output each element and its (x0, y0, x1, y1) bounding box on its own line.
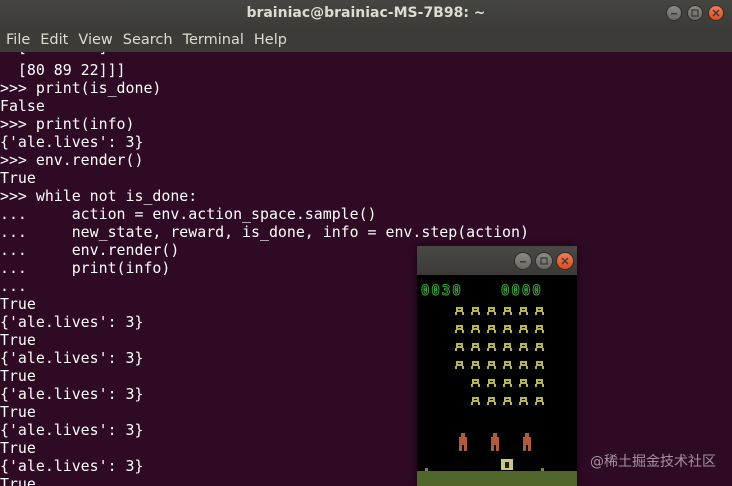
menu-search[interactable]: Search (117, 28, 177, 52)
minimize-icon (520, 261, 526, 263)
terminal-line: {'ale.lives': 3} (0, 457, 144, 475)
game-minimize-button[interactable] (514, 252, 532, 270)
ground (417, 471, 577, 486)
game-close-button[interactable] (556, 252, 574, 270)
alien-sprite (535, 343, 544, 351)
ground-marker (425, 468, 428, 471)
alien-sprite (519, 307, 528, 315)
score-left: 0030 (421, 283, 463, 299)
alien-sprite (471, 325, 480, 333)
player-cannon-core (505, 462, 509, 468)
terminal-line: {'ale.lives': 3} (0, 421, 144, 439)
alien-sprite (487, 343, 496, 351)
alien-sprite (503, 361, 512, 369)
alien-sprite (471, 343, 480, 351)
terminal-line: ... (0, 277, 27, 295)
menu-view[interactable]: View (72, 28, 116, 52)
space-invaders-frame: 0030 0000 (417, 283, 577, 486)
close-icon (712, 9, 720, 17)
game-window-controls (514, 252, 574, 270)
alien-sprite (487, 307, 496, 315)
alien-sprite (487, 325, 496, 333)
game-screen: 0030 0000 (417, 275, 577, 486)
game-window[interactable]: 0030 0000 (417, 246, 577, 486)
terminal-line: >>> print(is_done) (0, 79, 162, 97)
maximize-icon (691, 9, 699, 17)
alien-sprite (535, 325, 544, 333)
menu-help[interactable]: Help (248, 28, 291, 52)
alien-sprite (535, 379, 544, 387)
terminal-line: True (0, 403, 36, 421)
alien-sprite (535, 361, 544, 369)
alien-sprite (455, 307, 464, 315)
alien-sprite (471, 307, 480, 315)
terminal-line: {'ale.lives': 3} (0, 313, 144, 331)
close-icon (561, 257, 569, 265)
alien-grid (455, 307, 544, 405)
alien-sprite (503, 379, 512, 387)
minimize-button[interactable] (666, 5, 682, 21)
terminal-line: True (0, 367, 36, 385)
bunker (491, 433, 499, 451)
maximize-icon (540, 257, 548, 265)
alien-sprite (471, 397, 480, 405)
alien-sprite (503, 343, 512, 351)
alien-sprite (487, 361, 496, 369)
terminal-line: >>> while not is_done: (0, 187, 198, 205)
window-controls (666, 5, 724, 21)
terminal-line: {'ale.lives': 3} (0, 349, 144, 367)
terminal-line: ... env.render() (0, 241, 180, 259)
score-right: 0000 (501, 283, 543, 299)
menu-file[interactable]: File (0, 28, 34, 52)
alien-sprite (535, 397, 544, 405)
terminal-line: False (0, 97, 45, 115)
alien-sprite (455, 361, 464, 369)
terminal-line: {'ale.lives': 3} (0, 385, 144, 403)
minimize-icon (671, 13, 677, 15)
watermark: @稀土掘金技术社区 (590, 454, 716, 470)
terminal-line: ... new_state, reward, is_done, info = e… (0, 223, 529, 241)
terminal-line: >>> env.render() (0, 151, 144, 169)
menu-terminal[interactable]: Terminal (177, 28, 248, 52)
alien-sprite (503, 397, 512, 405)
alien-sprite (455, 343, 464, 351)
alien-sprite (503, 325, 512, 333)
bunker (523, 433, 531, 451)
terminal-line: >>> print(info) (0, 115, 135, 133)
title-bar: brainiac@brainiac-MS-7B98: ~ (0, 0, 732, 28)
alien-sprite (519, 361, 528, 369)
alien-sprite (487, 397, 496, 405)
bunkers (459, 433, 531, 451)
terminal-line: True (0, 331, 36, 349)
terminal-line: True (0, 169, 36, 187)
alien-sprite (519, 325, 528, 333)
menu-edit[interactable]: Edit (34, 28, 72, 52)
alien-sprite (503, 307, 512, 315)
terminal-line: ... action = env.action_space.sample() (0, 205, 377, 223)
terminal-line: True (0, 295, 36, 313)
alien-sprite (455, 325, 464, 333)
alien-sprite (519, 343, 528, 351)
maximize-button[interactable] (687, 5, 703, 21)
window-title: brainiac@brainiac-MS-7B98: ~ (246, 5, 486, 21)
alien-sprite (535, 307, 544, 315)
alien-sprite (471, 379, 480, 387)
bunker (459, 433, 467, 451)
menu-bar: File Edit View Search Terminal Help (0, 28, 732, 52)
alien-sprite (487, 379, 496, 387)
terminal-area[interactable]: [80 89 22] [80 89 22]]] >>> print(is_don… (0, 36, 732, 486)
terminal-line: {'ale.lives': 3} (0, 133, 144, 151)
close-button[interactable] (708, 5, 724, 21)
game-maximize-button[interactable] (535, 252, 553, 270)
terminal-line: True (0, 439, 36, 457)
terminal-line: [80 89 22]]] (0, 61, 126, 79)
terminal-line: ... print(info) (0, 259, 171, 277)
alien-sprite (519, 397, 528, 405)
alien-sprite (519, 379, 528, 387)
game-title-bar[interactable] (417, 246, 577, 275)
alien-sprite (471, 361, 480, 369)
ground-marker (541, 468, 544, 471)
terminal-line: True (0, 475, 36, 486)
